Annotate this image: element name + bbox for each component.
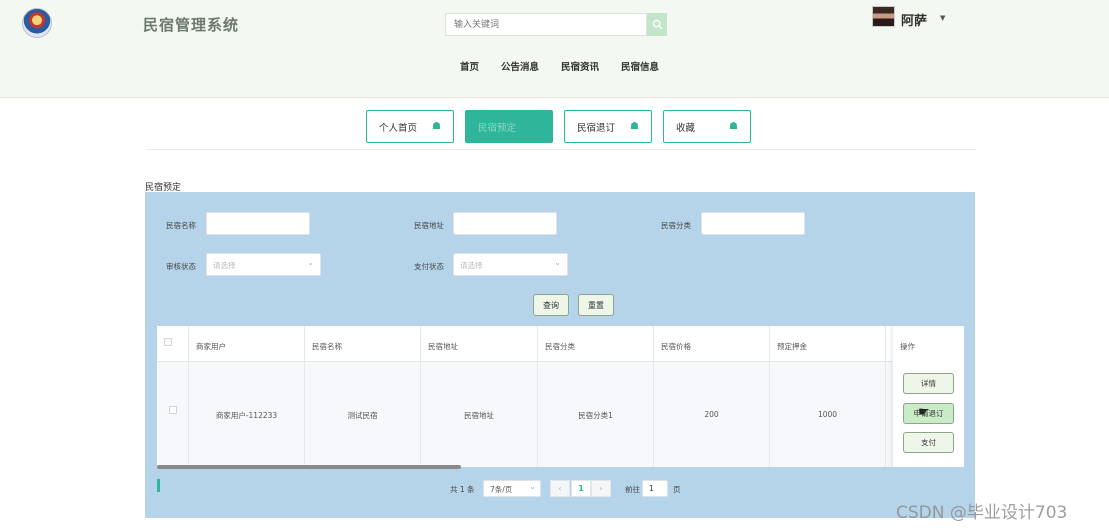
filter-address-input[interactable]: [453, 212, 557, 235]
nav-announcements[interactable]: 公告消息: [501, 59, 539, 73]
tab-label: 个人首页: [379, 122, 418, 134]
search-input[interactable]: [445, 13, 647, 36]
booking-panel: 民宿名称 民宿地址 民宿分类 审核状态 请选择 ⌄ 支付状态 请选择 ⌄ 查询 …: [145, 192, 975, 518]
mouse-cursor-icon: ☛: [918, 405, 930, 420]
goto-page-input[interactable]: 1: [642, 480, 668, 497]
avatar[interactable]: [872, 6, 895, 27]
home-icon: ☗: [729, 121, 738, 132]
header-category[interactable]: 民宿分类: [538, 326, 654, 362]
page-size-value: 7条/页: [490, 485, 513, 494]
nav-news[interactable]: 民宿资讯: [561, 59, 599, 73]
filter-address-label: 民宿地址: [414, 221, 444, 230]
tab-label: 民宿预定: [478, 122, 517, 134]
select-all-checkbox[interactable]: [164, 338, 172, 346]
watermark: CSDN @毕业设计703: [896, 503, 1068, 523]
site-title: 民宿管理系统: [143, 16, 240, 34]
main-nav: 首页 公告消息 民宿资讯 民宿信息: [460, 59, 681, 73]
cell-deposit: 1000: [770, 362, 886, 467]
site-logo: [22, 8, 52, 38]
cell-category: 民宿分类1: [538, 362, 654, 467]
tab-label: 民宿退订: [577, 122, 616, 134]
chevron-down-icon: ⌄: [529, 482, 536, 491]
table-header-row: 商家用户 民宿名称 民宿地址 民宿分类 民宿价格 预定押金 预: [157, 326, 964, 362]
goto-label: 前往: [625, 485, 640, 494]
select-placeholder: 请选择: [460, 261, 483, 270]
tab-unbooking[interactable]: 民宿退订 ☗: [564, 110, 652, 143]
header-operations: 操作: [900, 342, 915, 351]
caret-down-icon[interactable]: ▼: [940, 14, 945, 22]
filter-category-input[interactable]: [701, 212, 805, 235]
tab-favorites[interactable]: 收藏 ☗: [663, 110, 751, 143]
nav-homestay-info[interactable]: 民宿信息: [621, 59, 659, 73]
select-placeholder: 请选择: [213, 261, 236, 270]
filter-audit-label: 审核状态: [166, 262, 196, 271]
filter-name-input[interactable]: [206, 212, 310, 235]
header: 民宿管理系统 阿萨 ▼ 首页 公告消息 民宿资讯 民宿信息: [0, 0, 1109, 98]
header-merchant[interactable]: 商家用户: [189, 326, 305, 362]
header-address[interactable]: 民宿地址: [421, 326, 538, 362]
header-price[interactable]: 民宿价格: [654, 326, 770, 362]
pagination-total: 共 1 条: [450, 485, 475, 494]
page: 民宿管理系统 阿萨 ▼ 首页 公告消息 民宿资讯 民宿信息 个人首页 ☗ 民宿预…: [0, 0, 1109, 530]
row-checkbox[interactable]: [169, 406, 177, 414]
cell-price: 200: [654, 362, 770, 467]
header-deposit[interactable]: 预定押金: [770, 326, 886, 362]
tab-booking[interactable]: 民宿预定 ☗: [465, 110, 553, 143]
chevron-right-icon: ›: [599, 484, 603, 493]
operations-column: 操作 详情 申请退订 支付: [893, 326, 964, 467]
search-icon: [652, 19, 663, 30]
chevron-down-icon: ⌄: [554, 258, 561, 267]
filter-pay-select[interactable]: 请选择 ⌄: [453, 253, 568, 276]
home-icon: ☗: [531, 121, 540, 132]
tab-personal-home[interactable]: 个人首页 ☗: [366, 110, 454, 143]
divider: [146, 149, 976, 150]
tab-label: 收藏: [676, 122, 696, 134]
filter-category-label: 民宿分类: [661, 221, 691, 230]
table-row[interactable]: 商家用户-112233 测试民宿 民宿地址 民宿分类1 200 1000: [157, 362, 964, 467]
page-size-select[interactable]: 7条/页 ⌄: [483, 480, 541, 497]
filter-pay-label: 支付状态: [414, 262, 444, 271]
next-page-button[interactable]: ›: [591, 480, 611, 497]
chevron-left-icon: ‹: [558, 484, 562, 493]
accent-mark: [157, 479, 160, 492]
header-checkbox-cell: [157, 326, 189, 362]
center-tabs: 个人首页 ☗ 民宿预定 ☗ 民宿退订 ☗ 收藏 ☗: [366, 110, 762, 143]
detail-button[interactable]: 详情: [903, 373, 954, 394]
filter-name-label: 民宿名称: [166, 221, 196, 230]
horizontal-scrollbar[interactable]: [157, 465, 461, 469]
reset-button[interactable]: 重置: [578, 294, 614, 316]
username[interactable]: 阿萨: [901, 10, 927, 29]
query-button[interactable]: 查询: [533, 294, 569, 316]
pay-button[interactable]: 支付: [903, 432, 954, 453]
booking-table: 商家用户 民宿名称 民宿地址 民宿分类 民宿价格 预定押金 预 商家用户-112…: [157, 326, 964, 467]
chevron-down-icon: ⌄: [307, 258, 314, 267]
prev-page-button[interactable]: ‹: [550, 480, 570, 497]
home-icon: ☗: [630, 121, 639, 132]
home-icon: ☗: [432, 121, 441, 132]
cell-merchant: 商家用户-112233: [189, 362, 305, 467]
header-name[interactable]: 民宿名称: [305, 326, 421, 362]
filter-audit-select[interactable]: 请选择 ⌄: [206, 253, 321, 276]
nav-home[interactable]: 首页: [460, 59, 479, 73]
page-unit-label: 页: [673, 485, 681, 494]
row-checkbox-cell: [157, 362, 189, 467]
cell-address: 民宿地址: [421, 362, 538, 467]
search-button[interactable]: [647, 13, 667, 36]
page-number[interactable]: 1: [571, 480, 591, 497]
cell-name: 测试民宿: [305, 362, 421, 467]
